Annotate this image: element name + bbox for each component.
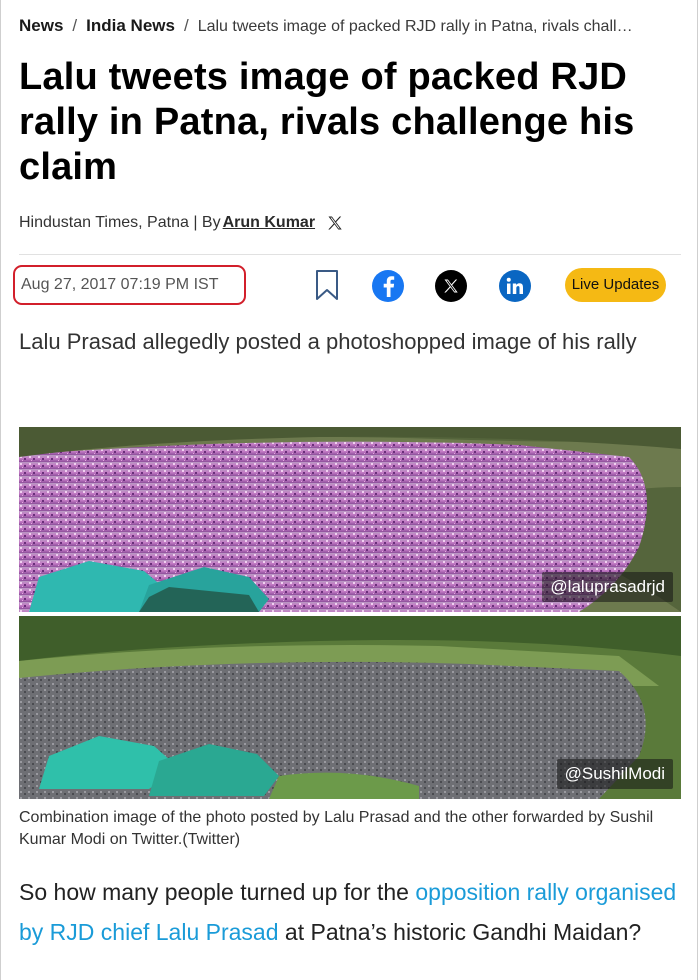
breadcrumb-news-link[interactable]: News [19, 16, 63, 35]
image-credit-lalu: @laluprasadrjd [542, 572, 673, 602]
author-link[interactable]: Arun Kumar [223, 214, 315, 232]
article-body-paragraph: So how many people turned up for the opp… [19, 872, 679, 952]
image-credit-sushil: @SushilModi [556, 759, 673, 789]
linkedin-icon[interactable] [499, 270, 531, 302]
article-headline: Lalu tweets image of packed RJD rally in… [19, 56, 635, 188]
image-caption: Combination image of the photo posted by… [19, 809, 654, 848]
live-updates-button[interactable]: Live Updates [565, 268, 666, 302]
divider [19, 254, 681, 255]
breadcrumb-current: Lalu tweets image of packed RJD rally in… [197, 18, 633, 35]
share-toolbar: Live Updates [0, 268, 700, 304]
x-share-icon[interactable] [435, 270, 467, 302]
body-text: So how many people turned up for the [19, 879, 416, 905]
byline: Hindustan Times, Patna | By Arun Kumar [19, 214, 343, 232]
article-summary: Lalu Prasad allegedly posted a photoshop… [19, 329, 637, 354]
x-icon[interactable] [327, 215, 343, 231]
breadcrumb-india-news-link[interactable]: India News [86, 16, 175, 35]
rally-photo-sushil: @SushilModi [19, 616, 681, 799]
breadcrumb: News / India News / Lalu tweets image of pac… [19, 16, 684, 40]
breadcrumb-separator: / [72, 16, 78, 35]
facebook-icon[interactable] [372, 270, 404, 302]
breadcrumb-separator: / [183, 16, 189, 35]
rally-photo-lalu: @laluprasadrjd [19, 427, 681, 612]
byline-prefix: Hindustan Times, Patna | By [19, 214, 221, 231]
body-text: at Patna’s historic Gandhi Maidan? [278, 919, 642, 945]
bookmark-icon[interactable] [315, 269, 339, 301]
